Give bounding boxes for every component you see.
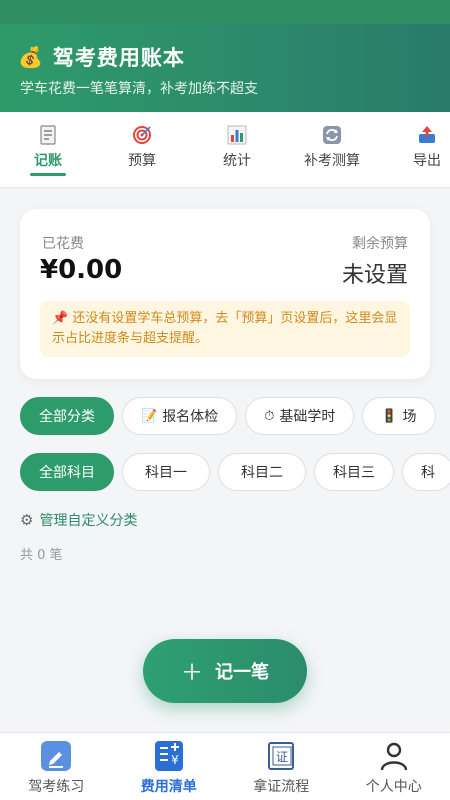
tab-label: 导出 bbox=[413, 153, 441, 169]
svg-text:¥: ¥ bbox=[171, 753, 179, 767]
nav-label: 驾考练习 bbox=[28, 779, 85, 795]
spent-label: 已花费 bbox=[42, 236, 84, 252]
certificate-glyph: 证 bbox=[276, 750, 288, 764]
nav-driving-practice[interactable]: 驾考练习 bbox=[0, 733, 113, 800]
nav-license-process[interactable]: 证 拿证流程 bbox=[225, 733, 338, 800]
target-icon bbox=[131, 124, 153, 146]
chip-label: 科 bbox=[421, 465, 435, 481]
refresh-icon bbox=[321, 124, 343, 146]
page-title: 驾考费用账本 bbox=[52, 46, 185, 70]
chip-venue[interactable]: 🚦 场 bbox=[362, 397, 436, 435]
export-icon bbox=[416, 124, 438, 146]
tab-statistics[interactable]: 统计 bbox=[205, 112, 269, 187]
bill-list-icon: ¥ bbox=[152, 739, 186, 773]
budget-notice: 📌 还没有设置学车总预算，去「预算」页设置后，这里会显示占比进度条与超支提醒。 bbox=[40, 301, 410, 357]
tab-label: 补考测算 bbox=[304, 153, 360, 169]
chip-label: 科目一 bbox=[145, 465, 187, 481]
receipt-icon bbox=[37, 124, 59, 146]
chip-label: 科目三 bbox=[333, 465, 375, 481]
status-bar bbox=[0, 0, 450, 24]
nav-expense-list[interactable]: ¥ 费用清单 bbox=[113, 733, 226, 800]
nav-profile[interactable]: 个人中心 bbox=[338, 733, 450, 800]
chip-subject-4[interactable]: 科 bbox=[402, 453, 450, 491]
chip-basic-hours[interactable]: ⏱ 基础学时 bbox=[245, 397, 355, 435]
nav-label: 个人中心 bbox=[365, 779, 422, 795]
tab-label: 记账 bbox=[34, 153, 62, 169]
plus-icon: ＋ bbox=[180, 661, 203, 686]
stopwatch-icon: ⏱ bbox=[264, 408, 275, 424]
bottom-navigation: 驾考练习 ¥ 费用清单 证 拿证流程 个人中心 bbox=[0, 732, 450, 800]
page-subtitle: 学车花费一笔笔算清，补考加练不超支 bbox=[20, 81, 258, 97]
pin-icon: 📌 bbox=[52, 311, 69, 326]
subject-filter-row: 全部科目 科目一 科目二 科目三 科 bbox=[20, 453, 450, 493]
gear-icon: ⚙ bbox=[20, 511, 34, 529]
tab-budget[interactable]: 预算 bbox=[110, 112, 174, 187]
certificate-icon: 证 bbox=[264, 739, 298, 773]
budget-notice-text: 还没有设置学车总预算，去「预算」页设置后，这里会显示占比进度条与超支提醒。 bbox=[52, 311, 398, 346]
manage-label: 管理自定义分类 bbox=[39, 513, 138, 529]
add-record-label: 记一笔 bbox=[215, 662, 269, 683]
expense-summary-card: 已花费 ¥0.00 剩余预算 未设置 📌 还没有设置学车总预算，去「预算」页设置… bbox=[20, 209, 430, 379]
chip-subject-3[interactable]: 科目三 bbox=[314, 453, 394, 491]
user-icon bbox=[377, 739, 411, 773]
nav-label: 费用清单 bbox=[140, 779, 197, 795]
top-tab-bar: 记账 预算 统计 补考测算 导出 bbox=[0, 112, 450, 188]
chip-label: 场 bbox=[402, 409, 417, 425]
tab-retake-estimate[interactable]: 补考测算 bbox=[296, 112, 368, 187]
chip-label: 报名体检 bbox=[162, 409, 219, 425]
chip-subject-1[interactable]: 科目一 bbox=[122, 453, 210, 491]
chip-label: 全部科目 bbox=[39, 465, 95, 481]
add-record-button[interactable]: ＋ 记一笔 bbox=[143, 639, 307, 703]
memo-icon: 📝 bbox=[141, 408, 158, 424]
remaining-budget-label: 剩余预算 bbox=[352, 236, 408, 252]
record-count: 共 0 笔 bbox=[20, 548, 63, 563]
traffic-light-icon: 🚦 bbox=[381, 408, 398, 424]
manage-custom-categories-link[interactable]: ⚙ 管理自定义分类 bbox=[20, 510, 137, 530]
bar-chart-icon bbox=[226, 124, 248, 146]
money-bag-icon: 💰 bbox=[18, 45, 43, 69]
header-title-row: 💰 驾考费用账本 bbox=[18, 42, 185, 72]
category-filter-row: 全部分类 📝 报名体检 ⏱ 基础学时 🚦 场 bbox=[20, 397, 450, 437]
tab-label: 预算 bbox=[128, 153, 156, 169]
pen-icon bbox=[39, 739, 73, 773]
active-tab-indicator bbox=[30, 173, 66, 176]
nav-label: 拿证流程 bbox=[253, 779, 310, 795]
spent-amount: ¥0.00 bbox=[40, 255, 123, 285]
tab-export[interactable]: 导出 bbox=[404, 112, 450, 187]
chip-all-categories[interactable]: 全部分类 bbox=[20, 397, 114, 435]
remaining-budget-value: 未设置 bbox=[341, 263, 408, 288]
chip-label: 基础学时 bbox=[279, 409, 336, 425]
chip-all-subjects[interactable]: 全部科目 bbox=[20, 453, 114, 491]
tab-bookkeeping[interactable]: 记账 bbox=[16, 112, 80, 187]
app-header: 💰 驾考费用账本 学车花费一笔笔算清，补考加练不超支 bbox=[0, 0, 450, 112]
chip-registration-medical[interactable]: 📝 报名体检 bbox=[122, 397, 238, 435]
chip-label: 科目二 bbox=[241, 465, 283, 481]
chip-subject-2[interactable]: 科目二 bbox=[218, 453, 306, 491]
tab-label: 统计 bbox=[223, 153, 251, 169]
chip-label: 全部分类 bbox=[39, 409, 95, 425]
